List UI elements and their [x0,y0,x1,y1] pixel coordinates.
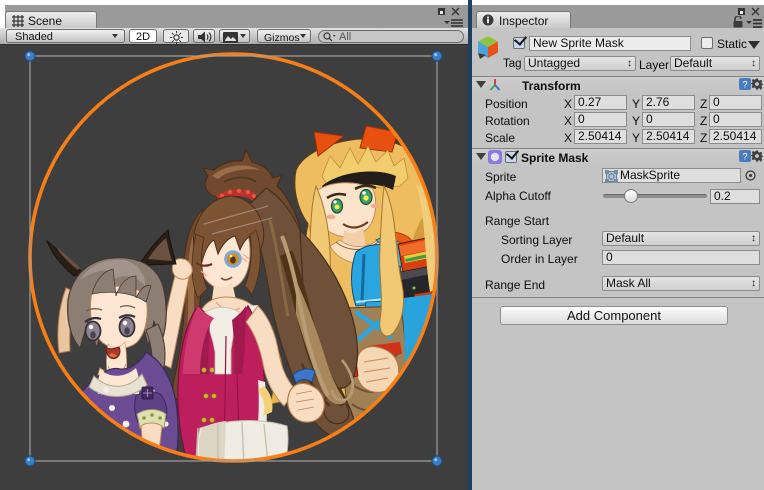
svg-text:?: ? [742,152,747,162]
svg-text:?: ? [742,80,747,90]
